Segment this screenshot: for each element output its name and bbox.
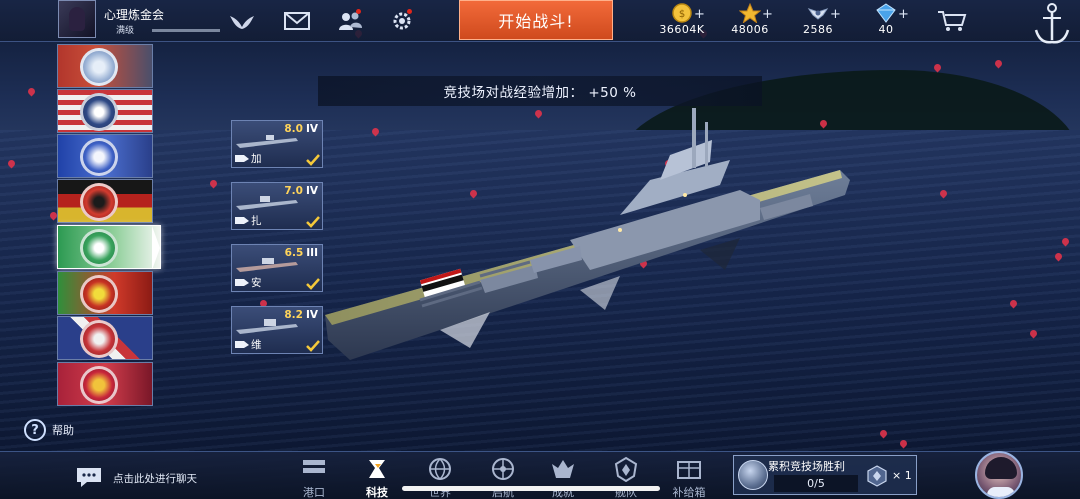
gold-coin-icon: $ [672,3,692,23]
nav-label: 补给箱 [672,486,706,499]
wing-resource[interactable]: + 2586 [783,0,853,40]
check-icon [306,340,320,352]
battleship-model[interactable] [320,100,860,365]
wing-value: 2586 [803,23,833,36]
arena-task-title: 累积竞技场胜利 [768,460,845,473]
nav-label: 科技 [366,486,388,499]
nav-label: 港口 [303,486,325,499]
ship-tier: 8.0 IV [284,123,318,135]
experience-bar [152,29,220,32]
ship-name: 扎 [251,215,262,227]
fleet-icon [614,456,638,482]
nation-tab-usa[interactable] [57,89,153,133]
diamond-resource[interactable]: + 40 [851,0,921,40]
uk-emblem-icon [80,48,118,86]
ship-type-icon [235,341,249,348]
captain-avatar[interactable] [975,451,1023,499]
wing-plus[interactable]: + [830,7,841,22]
gold-plus[interactable]: + [694,7,705,22]
ship-name: 安 [251,277,262,289]
diamond-value: 40 [878,23,894,36]
nav-world[interactable]: 世界 [417,456,463,499]
shopping-cart-icon[interactable] [937,9,967,33]
ship-tier: 7.0 IV [284,185,318,197]
mail-icon[interactable] [284,9,310,33]
nav-fleet[interactable]: 舰队 [603,456,649,499]
star-resource[interactable]: + 48006 [715,0,785,40]
nation-tab-germany[interactable] [57,179,153,223]
ship-name: 加 [251,153,262,165]
crown-icon [80,320,118,358]
ship-card[interactable]: 8.0 IV 加 [231,120,323,168]
player-name: 心理炼金会 [104,8,165,22]
help-label: 帮助 [52,424,74,437]
ship-tier: 8.2 IV [284,309,318,321]
gold-value: 36604K [659,23,705,36]
home-indicator[interactable] [402,486,660,491]
nav-supply-box[interactable]: 补给箱 [666,456,712,499]
ship-card[interactable]: 6.5 III 安 [231,244,323,292]
ship-type-icon [235,155,249,162]
nation-tab-france[interactable] [57,134,153,178]
nation-tab-uk[interactable] [57,44,153,88]
nation-tab-italy[interactable] [57,225,161,269]
check-icon [306,216,320,228]
sail-icon [492,458,514,480]
tech-icon [369,460,385,478]
crossed-hammers-icon [80,366,118,404]
compass-star-icon [80,229,118,267]
help-icon: ? [24,419,46,441]
nation-tab-japan-soviet[interactable] [57,271,153,315]
ship-type-icon [235,217,249,224]
dragon-emblem-icon [80,275,118,313]
help-link[interactable]: ? 帮助 [24,419,74,441]
nav-sail[interactable]: 启航 [480,456,526,499]
check-icon [306,154,320,166]
fleur-de-lis-icon [80,138,118,176]
settings-notification-dot [407,9,412,14]
friends-notification-dot [356,9,361,14]
diamond-plus[interactable]: + [898,7,909,22]
nation-tab-commonwealth[interactable] [57,316,153,360]
port-icon [303,460,325,473]
arena-task-progress: 0/5 [774,475,858,492]
player-level: 满级 [116,26,135,36]
arena-reward-count: × 1 [892,469,912,482]
chat-icon[interactable] [75,466,103,488]
diamond-icon [876,3,896,23]
anchor-icon[interactable] [1030,0,1074,48]
ship-card[interactable]: 8.2 IV 维 [231,306,323,354]
usa-eagle-icon [80,93,118,131]
supply-box-icon [677,461,701,479]
iron-cross-icon [80,183,118,221]
wings-icon[interactable] [229,13,255,31]
ship-tier: 6.5 III [284,247,318,259]
reward-chip-icon [867,465,887,487]
star-icon [739,3,761,23]
nav-port[interactable]: 港口 [291,456,337,499]
nav-achievement[interactable]: 成就 [540,456,586,499]
arena-medal-icon [738,460,768,490]
ship-type-icon [235,279,249,286]
check-icon [306,278,320,290]
ship-name: 维 [251,339,262,351]
wing-emblem-icon [807,8,829,20]
nav-tech[interactable]: 科技 [354,456,400,499]
gold-resource[interactable]: $ + 36604K [647,0,717,40]
nation-selector [57,44,161,410]
arena-exp-bonus-banner: 竞技场对战经验增加： +50 % [318,76,762,106]
nation-tab-pan-asia[interactable] [57,362,153,406]
arena-victory-task[interactable]: 累积竞技场胜利 0/5 × 1 [733,455,917,495]
start-battle-button[interactable]: 开始战斗! [459,0,613,40]
star-plus[interactable]: + [762,7,773,22]
ship-card[interactable]: 7.0 IV 扎 [231,182,323,230]
svg-text:$: $ [679,9,685,20]
player-avatar[interactable] [58,0,96,38]
star-value: 48006 [731,23,769,36]
world-icon [429,458,451,481]
chat-prompt[interactable]: 点击此处进行聊天 [113,471,197,486]
achievement-icon [552,460,574,478]
